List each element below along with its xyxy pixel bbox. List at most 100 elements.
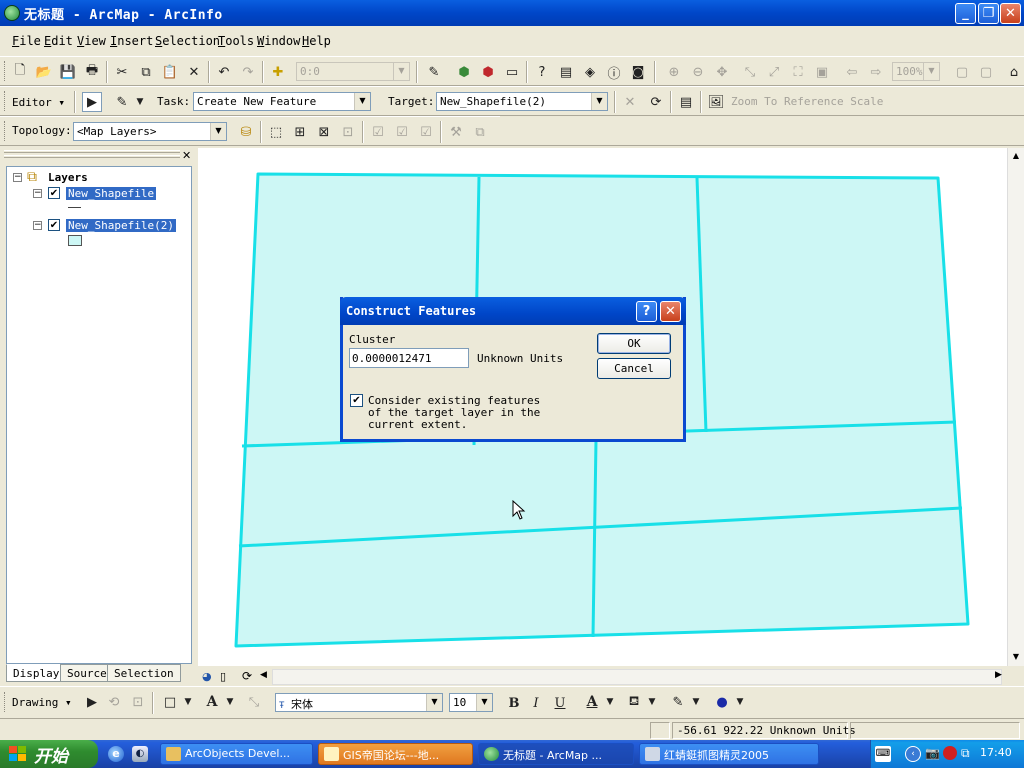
- fill-color-icon[interactable]: ⛾: [624, 692, 644, 712]
- new-document-icon[interactable]: 🗋: [10, 62, 30, 82]
- toolbox-red-icon[interactable]: ⬢: [478, 62, 498, 82]
- toolbar-grip[interactable]: [4, 121, 7, 141]
- vertical-scrollbar[interactable]: ▲ ▼: [1007, 148, 1024, 666]
- task-arcobjects[interactable]: ArcObjects Devel...: [160, 743, 313, 765]
- toolbar-grip[interactable]: [4, 692, 7, 712]
- layer1-name[interactable]: New_Shapefile: [66, 187, 157, 200]
- tray-expand-icon[interactable]: ‹: [905, 746, 921, 762]
- target-combo[interactable]: New_Shapefile(2) ▼: [436, 92, 608, 111]
- extra-tool-icon[interactable]: ⌂: [1004, 62, 1024, 82]
- ok-button[interactable]: OK: [597, 333, 671, 354]
- table-icon[interactable]: ▤: [556, 62, 576, 82]
- command-line-icon[interactable]: ▭: [502, 62, 522, 82]
- add-data-icon[interactable]: ✚: [268, 62, 288, 82]
- task-combo[interactable]: Create New Feature ▼: [193, 92, 371, 111]
- layers-root-label[interactable]: Layers: [48, 171, 88, 184]
- dialog-help-button[interactable]: ?: [636, 301, 657, 322]
- scroll-up-icon[interactable]: ▲: [1009, 149, 1023, 163]
- refresh-icon[interactable]: ⟳: [242, 669, 252, 683]
- toc-close-icon[interactable]: ✕: [182, 150, 194, 162]
- validate-extent-icon[interactable]: ☑: [368, 122, 388, 142]
- arctoolbox-icon[interactable]: ⬢: [454, 62, 474, 82]
- identify-icon[interactable]: ⓘ: [604, 62, 624, 82]
- cancel-button[interactable]: Cancel: [597, 358, 671, 379]
- menu-selection[interactable]: Selection: [155, 34, 220, 48]
- toolbar-grip[interactable]: [4, 91, 7, 111]
- rectangle-icon[interactable]: □: [160, 692, 180, 712]
- zoom-out-icon[interactable]: ⊖: [688, 62, 708, 82]
- marker-color-dropdown-icon[interactable]: ▼: [730, 692, 750, 712]
- task-arcmap[interactable]: 无标题 - ArcMap ...: [478, 743, 634, 765]
- toolbar-grip[interactable]: [4, 61, 7, 81]
- sketch-dropdown-icon[interactable]: ▼: [130, 92, 150, 112]
- editor-toolbar-icon[interactable]: ✎: [424, 62, 444, 82]
- minimize-button[interactable]: _: [955, 3, 976, 24]
- show-shared-features-icon[interactable]: ⊞: [290, 122, 310, 142]
- go-forward-icon[interactable]: ⇨: [866, 62, 886, 82]
- fix-error-icon[interactable]: ⚒: [446, 122, 466, 142]
- topology-edit-icon[interactable]: ⬚: [266, 122, 286, 142]
- map-topology-icon[interactable]: ⛁: [236, 122, 256, 142]
- layer2-collapse-icon[interactable]: −: [33, 221, 42, 230]
- bold-icon[interactable]: B: [504, 693, 524, 713]
- zoom-reference-icon[interactable]: 🖼: [706, 92, 726, 112]
- text-dropdown-icon[interactable]: ▼: [220, 692, 240, 712]
- close-button[interactable]: ✕: [1000, 3, 1021, 24]
- tab-selection[interactable]: Selection: [107, 664, 181, 682]
- font-name-combo[interactable]: Ŧ 宋体 ▼: [275, 693, 443, 712]
- menu-tools[interactable]: Tools: [218, 34, 254, 48]
- menu-file[interactable]: File: [12, 34, 41, 48]
- zoom-whole-page-icon[interactable]: ▣: [812, 62, 832, 82]
- network-icon[interactable]: ⧉: [961, 746, 970, 761]
- layer1-collapse-icon[interactable]: −: [33, 189, 42, 198]
- attributes-icon[interactable]: ▤: [676, 92, 696, 112]
- rotate-tool-icon[interactable]: ⟳: [646, 92, 666, 112]
- page-zoom-combo[interactable]: 100% ▼: [892, 62, 940, 81]
- construct-features-icon[interactable]: ⊠: [314, 122, 334, 142]
- layers-collapse-icon[interactable]: −: [13, 173, 22, 182]
- input-method-icon[interactable]: ⌨: [875, 746, 891, 762]
- data-view-icon[interactable]: ◕: [202, 670, 212, 683]
- full-extent-icon[interactable]: ⛶: [788, 62, 808, 82]
- save-icon[interactable]: 💾: [58, 62, 78, 82]
- scroll-right-icon[interactable]: ▶: [995, 670, 1002, 680]
- menu-edit[interactable]: Edit: [44, 34, 73, 48]
- print-icon[interactable]: 🖶: [82, 62, 102, 82]
- whats-this-icon[interactable]: ?: [532, 62, 552, 82]
- cluster-input[interactable]: [349, 348, 469, 368]
- menu-window[interactable]: Window: [257, 34, 300, 48]
- line-color-dropdown-icon[interactable]: ▼: [686, 692, 706, 712]
- layout-view-icon[interactable]: ▯: [220, 670, 226, 683]
- rectangle-dropdown-icon[interactable]: ▼: [178, 692, 198, 712]
- font-size-combo[interactable]: 10 ▼: [449, 693, 493, 712]
- paste-icon[interactable]: 📋: [160, 62, 180, 82]
- task-gis-forum[interactable]: GIS帝国论坛---地...: [318, 743, 473, 765]
- map-scale-combo[interactable]: 0:0 ▼: [296, 62, 410, 81]
- menu-insert[interactable]: Insert: [110, 34, 153, 48]
- dialog-close-button[interactable]: ✕: [660, 301, 681, 322]
- validate-visible-icon[interactable]: ☑: [392, 122, 412, 142]
- internet-explorer-icon[interactable]: e: [108, 746, 124, 762]
- copy-icon[interactable]: ⧉: [136, 62, 156, 82]
- split-tool-icon[interactable]: ✕: [620, 92, 640, 112]
- cut-icon[interactable]: ✂: [112, 62, 132, 82]
- security-icon[interactable]: [943, 746, 957, 760]
- menu-view[interactable]: View: [77, 34, 106, 48]
- zoom-reference-label[interactable]: Zoom To Reference Scale: [731, 95, 883, 108]
- line-color-icon[interactable]: ✎: [668, 692, 688, 712]
- menu-help[interactable]: Help: [302, 34, 331, 48]
- select-elements-icon[interactable]: ▶: [82, 692, 102, 712]
- restore-button[interactable]: ❐: [978, 3, 999, 24]
- horizontal-scrollbar[interactable]: [272, 669, 1002, 685]
- marker-color-icon[interactable]: ●: [712, 692, 732, 712]
- layer1-checkbox[interactable]: ✔: [48, 187, 60, 199]
- camera-icon[interactable]: 📷: [925, 746, 940, 760]
- font-color-dropdown-icon[interactable]: ▼: [600, 692, 620, 712]
- data-view-icon[interactable]: ▢: [976, 62, 996, 82]
- planarize-icon[interactable]: ⊡: [338, 122, 358, 142]
- tab-display[interactable]: Display: [6, 664, 67, 682]
- font-color-icon[interactable]: A: [582, 692, 602, 712]
- layout-view-icon[interactable]: ▢: [952, 62, 972, 82]
- undo-icon[interactable]: ↶: [214, 62, 234, 82]
- error-inspector-icon[interactable]: ⧉: [470, 122, 490, 142]
